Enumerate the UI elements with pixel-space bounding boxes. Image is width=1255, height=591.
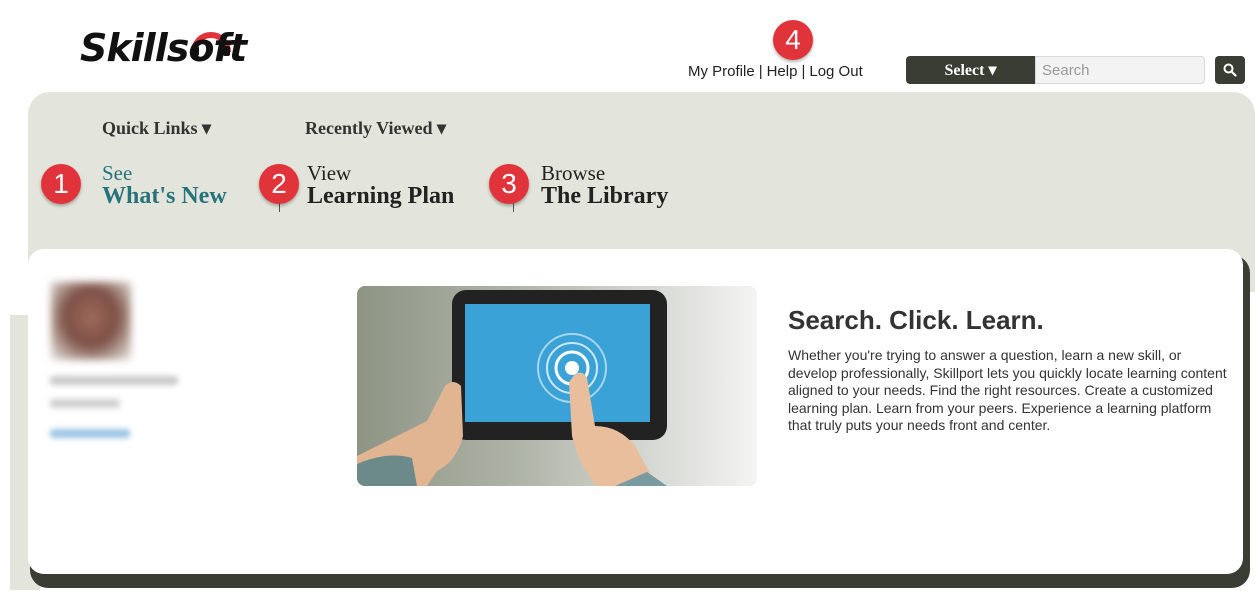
callout-badge-4: 4 (773, 20, 813, 60)
callout-badge-2: 2 (259, 164, 299, 204)
search-button[interactable] (1215, 56, 1245, 84)
blurred-user-role (50, 399, 120, 408)
page-headline: Search. Click. Learn. (788, 305, 1044, 335)
quick-links-dropdown[interactable]: Quick Links ▾ (102, 118, 211, 139)
log-out-link[interactable]: Log Out (809, 63, 862, 80)
recently-viewed-dropdown[interactable]: Recently Viewed ▾ (305, 118, 446, 139)
help-link[interactable]: Help (767, 63, 798, 80)
top-navigation: My Profile | Help | Log Out (688, 63, 863, 80)
tablet-touch-illustration (357, 290, 667, 486)
skillsoft-logo[interactable]: Skillsoft (80, 12, 280, 80)
blurred-profile-link[interactable] (50, 429, 130, 438)
search-input[interactable] (1035, 56, 1205, 84)
user-profile-widget (48, 282, 193, 450)
avatar[interactable] (51, 282, 131, 360)
logo-text: Skillsoft (80, 26, 247, 70)
whats-new-link[interactable]: See What's New (102, 162, 227, 209)
learning-plan-link[interactable]: View Learning Plan (307, 162, 454, 209)
whats-new-prefix: See (102, 161, 133, 185)
callout-badge-1: 1 (41, 164, 81, 204)
callout-badge-3: 3 (489, 164, 529, 204)
browse-library-label: The Library (541, 183, 669, 210)
separator: | (801, 63, 806, 80)
separator: | (758, 63, 763, 80)
search-icon (1223, 63, 1237, 77)
whats-new-label: What's New (102, 183, 227, 210)
hero-image (357, 286, 757, 486)
learning-plan-prefix: View (307, 161, 352, 185)
intro-text: Whether you're trying to answer a questi… (788, 347, 1227, 433)
browse-library-prefix: Browse (541, 161, 606, 185)
select-dropdown-button[interactable]: Select ▾ (906, 56, 1035, 84)
learning-plan-label: Learning Plan (307, 183, 455, 210)
browse-library-link[interactable]: Browse The Library (541, 162, 668, 209)
blurred-user-name (50, 376, 178, 385)
my-profile-link[interactable]: My Profile (688, 63, 755, 80)
